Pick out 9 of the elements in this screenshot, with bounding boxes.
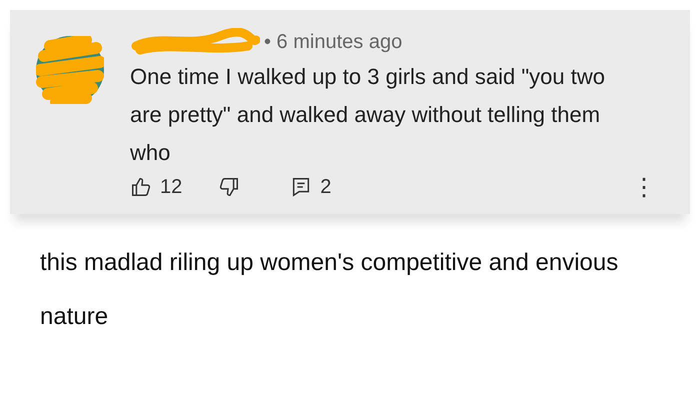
more-menu-button[interactable]: ⋮ — [628, 172, 660, 202]
caption-text: this madlad riling up women's competitive and envious nature — [40, 248, 620, 332]
comment-text: One time I walked up to 3 girls and said "you two are pretty" and walked away without telling them who — [130, 63, 606, 167]
comment-time: • 6 minutes ago — [264, 30, 402, 54]
like-icon[interactable] — [130, 176, 152, 198]
reply-count: 2 — [320, 176, 332, 198]
like-count: 12 — [160, 176, 182, 198]
avatar[interactable] — [36, 36, 104, 104]
dislike-icon[interactable] — [218, 176, 240, 198]
